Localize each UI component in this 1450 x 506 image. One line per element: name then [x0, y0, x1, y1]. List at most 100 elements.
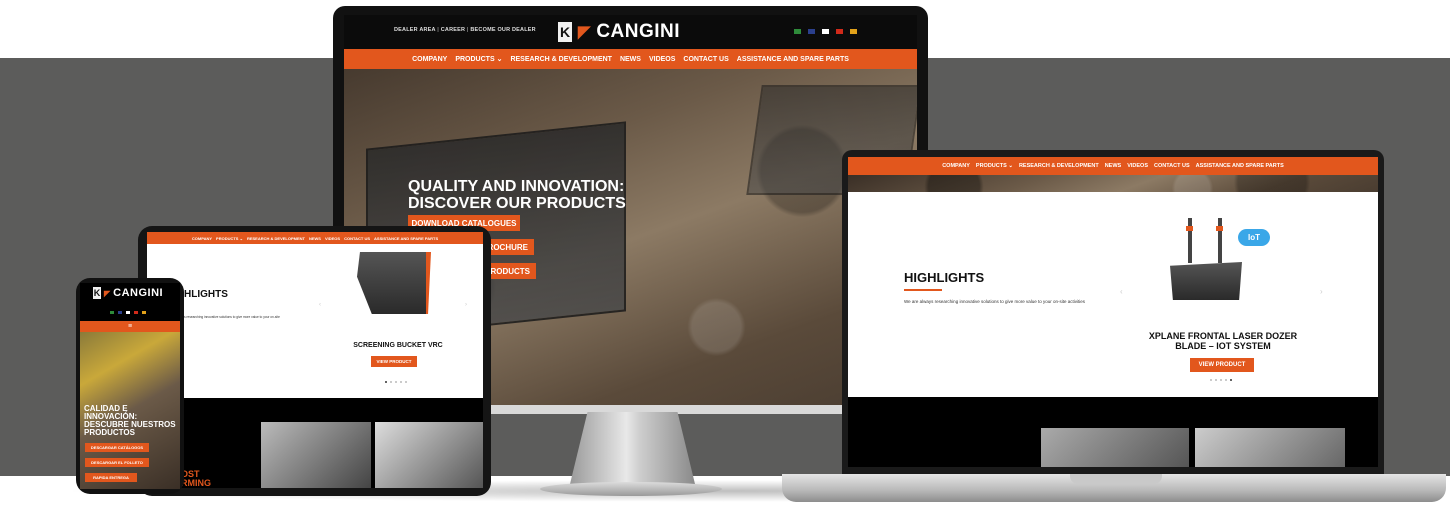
tablet-nav-contact[interactable]: CONTACT US [344, 236, 370, 241]
phone-delivery-button[interactable]: RAPIDA ENTREGA [85, 473, 137, 482]
site-logo[interactable]: K ◤ CANGINI [558, 21, 680, 43]
laptop-highlights-underline [904, 289, 942, 291]
slider-dot[interactable] [1220, 379, 1222, 381]
become-dealer-link[interactable]: BECOME OUR DEALER [470, 27, 535, 33]
nav-research[interactable]: RESEARCH & DEVELOPMENT [510, 56, 612, 63]
monitor-stand [570, 412, 695, 484]
language-flags [794, 29, 857, 34]
phone-logo-arrow-icon: ◤ [104, 288, 111, 298]
top-bar: DEALER AREA | CAREER | BECOME OUR DEALER… [344, 15, 917, 49]
k-mark-icon: K [558, 22, 572, 42]
spain-flag-icon[interactable] [142, 311, 146, 314]
slider-dot[interactable] [390, 381, 392, 383]
tablet-product-title: SCREENING BUCKET VRC [353, 342, 443, 349]
italy-flag-icon[interactable] [794, 29, 801, 34]
laptop-highlights-sub: We are always researching innovative sol… [904, 299, 1086, 304]
laptop-screen: COMPANY PRODUCTS ⌄ RESEARCH & DEVELOPMEN… [848, 157, 1378, 467]
slider-dot[interactable] [1215, 379, 1217, 381]
germany-flag-icon[interactable] [836, 29, 843, 34]
tablet-view-product-button[interactable]: VIEW PRODUCT [371, 356, 417, 367]
tablet-bottom-text: OST RMING [181, 469, 211, 488]
laser-pole-right [1218, 218, 1222, 263]
prev-arrow-icon[interactable]: ‹ [1120, 287, 1123, 296]
laptop-thumb-1[interactable] [1041, 428, 1189, 467]
spain-flag-icon[interactable] [850, 29, 857, 34]
laptop-hero-strip [848, 175, 1378, 192]
laptop-thumb-2[interactable] [1195, 428, 1345, 467]
laptop-nav-products[interactable]: PRODUCTS ⌄ [976, 163, 1013, 169]
top-links: DEALER AREA | CAREER | BECOME OUR DEALER [394, 27, 536, 33]
laptop-view-product-button[interactable]: VIEW PRODUCT [1190, 358, 1254, 372]
laptop-notch [1070, 474, 1162, 484]
slider-dot-active[interactable] [385, 381, 387, 383]
slider-dot[interactable] [405, 381, 407, 383]
laser-sensor-left [1186, 226, 1193, 231]
slider-dot[interactable] [395, 381, 397, 383]
logo-arrow-icon: ◤ [578, 24, 591, 41]
laser-pole-left [1188, 218, 1192, 263]
laptop-nav-contact[interactable]: CONTACT US [1154, 163, 1190, 169]
next-arrow-icon[interactable]: › [1320, 287, 1323, 296]
hero-title: QUALITY AND INNOVATION: DISCOVER OUR PRO… [408, 178, 626, 213]
tablet-highlights-sub: s researching innovative solutions to gi… [184, 315, 280, 319]
laptop-nav: COMPANY PRODUCTS ⌄ RESEARCH & DEVELOPMEN… [848, 157, 1378, 175]
nav-assistance[interactable]: ASSISTANCE AND SPARE PARTS [737, 56, 849, 63]
chevron-down-icon: ⌄ [496, 56, 503, 63]
dealer-area-link[interactable]: DEALER AREA [394, 27, 436, 33]
laptop-highlights-title: HIGHLIGHTS [904, 270, 985, 285]
uk-flag-icon[interactable] [808, 29, 815, 34]
italy-flag-icon[interactable] [110, 311, 114, 314]
hamburger-menu-icon[interactable]: ≡ [128, 323, 132, 330]
laptop-nav-assistance[interactable]: ASSISTANCE AND SPARE PARTS [1196, 163, 1284, 169]
laptop-nav-news[interactable]: NEWS [1105, 163, 1122, 169]
tablet-nav-research[interactable]: RESEARCH & DEVELOPMENT [247, 236, 305, 241]
slider-dot-active[interactable] [1230, 379, 1232, 381]
tablet-nav-news[interactable]: NEWS [309, 236, 321, 241]
laptop-slider-dots [1210, 379, 1232, 381]
tablet-prev-arrow-icon[interactable]: ‹ [319, 302, 321, 308]
tablet-nav: COMPANY PRODUCTS ⌄ RESEARCH & DEVELOPMEN… [147, 232, 483, 244]
tablet-thumb-2[interactable] [375, 422, 483, 488]
phone-brochure-button[interactable]: DESCARGAR EL FOLLETO [85, 458, 149, 467]
laser-sensor-right [1216, 226, 1223, 231]
tablet-highlights-section: HLIGHTS s researching innovative solutio… [147, 244, 483, 398]
phone-logo[interactable]: K ◤ CANGINI [93, 287, 163, 299]
phone-screen: K ◤ CANGINI ≡ CALIDAD E INNOVACIÓN: DESC… [80, 283, 180, 489]
tablet-slider-dots [385, 381, 407, 383]
phone-menu-bar: ≡ [80, 321, 180, 332]
nav-company[interactable]: COMPANY [412, 56, 447, 63]
slider-dot[interactable] [1210, 379, 1212, 381]
slider-dot[interactable] [1225, 379, 1227, 381]
tablet-nav-videos[interactable]: VIDEOS [325, 236, 340, 241]
tablet-nav-company[interactable]: COMPANY [192, 236, 212, 241]
career-link[interactable]: CAREER [441, 27, 465, 33]
france-flag-icon[interactable] [126, 311, 130, 314]
screening-bucket-product-image [357, 252, 431, 314]
hero-title-line-1: QUALITY AND INNOVATION: [408, 178, 625, 195]
tablet-nav-assistance[interactable]: ASSISTANCE AND SPARE PARTS [374, 236, 438, 241]
phone-brand-name: CANGINI [113, 287, 164, 299]
tablet-highlights-title: HLIGHTS [184, 289, 228, 300]
tablet-nav-products[interactable]: PRODUCTS ⌄ [216, 236, 243, 241]
nav-products[interactable]: PRODUCTS ⌄ [455, 55, 502, 63]
laptop-highlights-section: HIGHLIGHTS We are always researching inn… [848, 192, 1378, 397]
main-nav: COMPANY PRODUCTS ⌄ RESEARCH & DEVELOPMEN… [344, 49, 917, 69]
laptop-nav-videos[interactable]: VIDEOS [1127, 163, 1148, 169]
laptop-nav-company[interactable]: COMPANY [942, 163, 970, 169]
france-flag-icon[interactable] [822, 29, 829, 34]
laptop-product-title: XPLANE FRONTAL LASER DOZER BLADE – IOT S… [1148, 331, 1298, 351]
brand-name: CANGINI [596, 21, 681, 42]
tablet-next-arrow-icon[interactable]: › [465, 302, 467, 308]
laptop-nav-research[interactable]: RESEARCH & DEVELOPMENT [1019, 163, 1099, 169]
iot-cloud-icon: IoT [1238, 229, 1270, 246]
germany-flag-icon[interactable] [134, 311, 138, 314]
phone-catalogues-button[interactable]: DESCARGAR CATÁLOGOS [85, 443, 149, 452]
tablet-screen: COMPANY PRODUCTS ⌄ RESEARCH & DEVELOPMEN… [147, 232, 483, 488]
uk-flag-icon[interactable] [118, 311, 122, 314]
tablet-thumb-1[interactable] [261, 422, 371, 488]
nav-news[interactable]: NEWS [620, 56, 641, 63]
nav-videos[interactable]: VIDEOS [649, 56, 675, 63]
nav-contact[interactable]: CONTACT US [683, 56, 728, 63]
hero-title-line-2: DISCOVER OUR PRODUCTS [408, 194, 626, 212]
slider-dot[interactable] [400, 381, 402, 383]
